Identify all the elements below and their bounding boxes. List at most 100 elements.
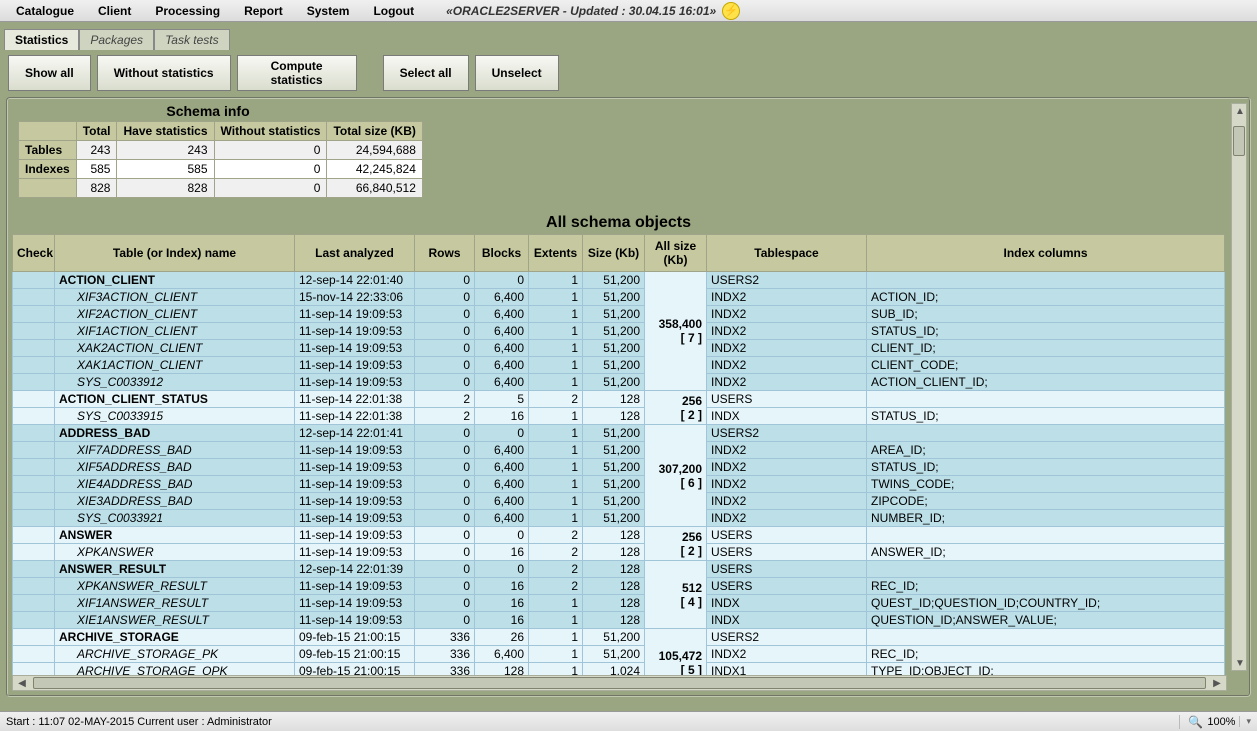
size-cell: 51,200 xyxy=(583,425,645,442)
objects-header[interactable]: Check xyxy=(13,235,55,272)
select-all-button[interactable]: Select all xyxy=(383,55,469,91)
check-cell[interactable] xyxy=(13,527,55,544)
table-row[interactable]: XIF2ACTION_CLIENT11-sep-14 19:09:5306,40… xyxy=(13,306,1225,323)
check-cell[interactable] xyxy=(13,323,55,340)
scroll-right-icon[interactable]: ▶ xyxy=(1210,676,1224,690)
rows-cell: 0 xyxy=(415,476,475,493)
check-cell[interactable] xyxy=(13,561,55,578)
tablespace-cell: INDX2 xyxy=(707,646,867,663)
table-row[interactable]: ANSWER11-sep-14 19:09:53002128256 [ 2 ]U… xyxy=(13,527,1225,544)
bolt-icon[interactable]: ⚡ xyxy=(722,2,740,20)
check-cell[interactable] xyxy=(13,476,55,493)
objects-header[interactable]: Blocks xyxy=(475,235,529,272)
without-statistics-button[interactable]: Without statistics xyxy=(97,55,231,91)
check-cell[interactable] xyxy=(13,340,55,357)
check-cell[interactable] xyxy=(13,493,55,510)
menu-logout[interactable]: Logout xyxy=(361,1,426,21)
check-cell[interactable] xyxy=(13,357,55,374)
table-row[interactable]: XIF1ACTION_CLIENT11-sep-14 19:09:5306,40… xyxy=(13,323,1225,340)
horizontal-scroll-thumb[interactable] xyxy=(33,677,1206,689)
menu-client[interactable]: Client xyxy=(86,1,143,21)
index-columns-cell xyxy=(867,391,1225,408)
objects-header[interactable]: Index columns xyxy=(867,235,1225,272)
table-row[interactable]: XIF7ADDRESS_BAD11-sep-14 19:09:5306,4001… xyxy=(13,442,1225,459)
check-cell[interactable] xyxy=(13,510,55,527)
size-cell: 128 xyxy=(583,612,645,629)
table-row[interactable]: SYS_C003391511-sep-14 22:01:382161128IND… xyxy=(13,408,1225,425)
last-analyzed-cell: 12-sep-14 22:01:41 xyxy=(295,425,415,442)
show-all-button[interactable]: Show all xyxy=(8,55,91,91)
objects-header[interactable]: Rows xyxy=(415,235,475,272)
objects-header[interactable]: Tablespace xyxy=(707,235,867,272)
vertical-scroll-thumb[interactable] xyxy=(1233,126,1245,156)
table-row[interactable]: ARCHIVE_STORAGE09-feb-15 21:00:153362615… xyxy=(13,629,1225,646)
object-name-cell: ANSWER_RESULT xyxy=(55,561,295,578)
table-row[interactable]: SYS_C003391211-sep-14 19:09:5306,400151,… xyxy=(13,374,1225,391)
check-cell[interactable] xyxy=(13,408,55,425)
unselect-button[interactable]: Unselect xyxy=(475,55,559,91)
table-row[interactable]: XIF5ADDRESS_BAD11-sep-14 19:09:5306,4001… xyxy=(13,459,1225,476)
table-row[interactable]: ANSWER_RESULT12-sep-14 22:01:39002128512… xyxy=(13,561,1225,578)
table-row[interactable]: XIE4ADDRESS_BAD11-sep-14 19:09:5306,4001… xyxy=(13,476,1225,493)
extents-cell: 1 xyxy=(529,476,583,493)
blocks-cell: 6,400 xyxy=(475,476,529,493)
table-row[interactable]: XPKANSWER_RESULT11-sep-14 19:09:53016212… xyxy=(13,578,1225,595)
object-name-cell: XPKANSWER xyxy=(55,544,295,561)
size-cell: 51,200 xyxy=(583,306,645,323)
check-cell[interactable] xyxy=(13,272,55,289)
menu-report[interactable]: Report xyxy=(232,1,295,21)
table-row[interactable]: XIF1ANSWER_RESULT11-sep-14 19:09:5301611… xyxy=(13,595,1225,612)
check-cell[interactable] xyxy=(13,374,55,391)
check-cell[interactable] xyxy=(13,646,55,663)
menu-catalogue[interactable]: Catalogue xyxy=(4,1,86,21)
scroll-up-icon[interactable]: ▲ xyxy=(1233,104,1247,118)
table-row[interactable]: XIE1ANSWER_RESULT11-sep-14 19:09:5301611… xyxy=(13,612,1225,629)
check-cell[interactable] xyxy=(13,629,55,646)
objects-header[interactable]: Size (Kb) xyxy=(583,235,645,272)
zoom-dropdown-icon[interactable]: ▾ xyxy=(1239,716,1251,727)
scroll-left-icon[interactable]: ◀ xyxy=(15,676,29,690)
tab-packages[interactable]: Packages xyxy=(79,29,154,50)
table-row[interactable]: XIE3ADDRESS_BAD11-sep-14 19:09:5306,4001… xyxy=(13,493,1225,510)
check-cell[interactable] xyxy=(13,391,55,408)
rows-cell: 0 xyxy=(415,425,475,442)
rows-cell: 336 xyxy=(415,646,475,663)
table-row[interactable]: ACTION_CLIENT12-sep-14 22:01:4000151,200… xyxy=(13,272,1225,289)
check-cell[interactable] xyxy=(13,595,55,612)
objects-header[interactable]: Extents xyxy=(529,235,583,272)
table-row[interactable]: ACTION_CLIENT_STATUS11-sep-14 22:01:3825… xyxy=(13,391,1225,408)
check-cell[interactable] xyxy=(13,612,55,629)
scroll-down-icon[interactable]: ▼ xyxy=(1233,656,1247,670)
check-cell[interactable] xyxy=(13,425,55,442)
vertical-scrollbar[interactable]: ▲ ▼ xyxy=(1231,103,1247,671)
table-row[interactable]: XAK1ACTION_CLIENT11-sep-14 19:09:5306,40… xyxy=(13,357,1225,374)
table-row[interactable]: ARCHIVE_STORAGE_PK09-feb-15 21:00:153366… xyxy=(13,646,1225,663)
schema-info-cell: 24,594,688 xyxy=(327,141,422,160)
table-row[interactable]: XPKANSWER11-sep-14 19:09:530162128USERSA… xyxy=(13,544,1225,561)
horizontal-scrollbar[interactable]: ◀ ▶ xyxy=(12,675,1227,691)
objects-header[interactable]: All size (Kb) xyxy=(645,235,707,272)
compute-statistics-button[interactable]: Compute statistics xyxy=(237,55,357,91)
blocks-cell: 6,400 xyxy=(475,357,529,374)
check-cell[interactable] xyxy=(13,544,55,561)
table-row[interactable]: ADDRESS_BAD12-sep-14 22:01:4100151,20030… xyxy=(13,425,1225,442)
table-row[interactable]: XAK2ACTION_CLIENT11-sep-14 19:09:5306,40… xyxy=(13,340,1225,357)
size-cell: 51,200 xyxy=(583,476,645,493)
menu-system[interactable]: System xyxy=(295,1,362,21)
check-cell[interactable] xyxy=(13,442,55,459)
tab-statistics[interactable]: Statistics xyxy=(4,29,79,50)
size-cell: 128 xyxy=(583,391,645,408)
objects-header[interactable]: Table (or Index) name xyxy=(55,235,295,272)
table-row[interactable]: SYS_C003392111-sep-14 19:09:5306,400151,… xyxy=(13,510,1225,527)
zoom-control[interactable]: 🔍 100% ▾ xyxy=(1179,715,1251,729)
table-row[interactable]: XIF3ACTION_CLIENT15-nov-14 22:33:0606,40… xyxy=(13,289,1225,306)
tab-task-tests[interactable]: Task tests xyxy=(154,29,230,50)
check-cell[interactable] xyxy=(13,459,55,476)
check-cell[interactable] xyxy=(13,578,55,595)
index-columns-cell: TWINS_CODE; xyxy=(867,476,1225,493)
check-cell[interactable] xyxy=(13,306,55,323)
rows-cell: 0 xyxy=(415,323,475,340)
objects-header[interactable]: Last analyzed xyxy=(295,235,415,272)
menu-processing[interactable]: Processing xyxy=(143,1,232,21)
check-cell[interactable] xyxy=(13,289,55,306)
